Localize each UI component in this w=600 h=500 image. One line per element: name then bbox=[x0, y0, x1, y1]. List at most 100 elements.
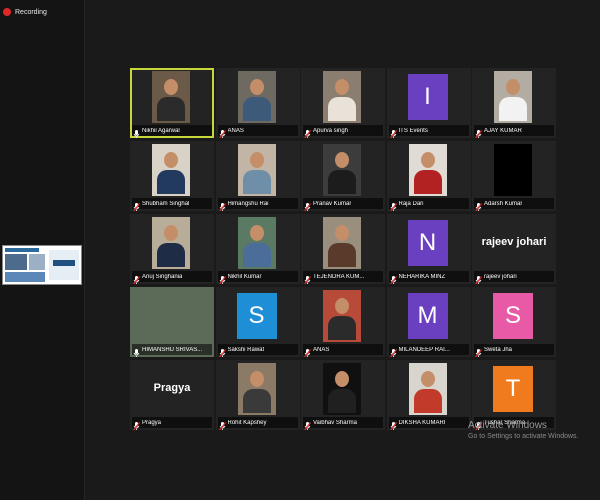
participant-name-bar: Anuj Singhania bbox=[132, 271, 212, 284]
participant-tile[interactable]: Pranav Kumar bbox=[301, 141, 385, 211]
participant-video bbox=[323, 217, 361, 269]
participant-video bbox=[152, 144, 190, 196]
participant-avatar: I bbox=[407, 74, 448, 120]
participant-video bbox=[408, 144, 447, 196]
participant-name: Shubham Singhal bbox=[142, 200, 190, 207]
participant-name: Rohit Kapshey bbox=[227, 419, 267, 426]
participant-tile[interactable]: Rohit Kapshey bbox=[215, 360, 300, 430]
participant-video bbox=[237, 217, 276, 269]
participant-tile[interactable]: ANAS bbox=[215, 68, 300, 138]
mic-muted-icon bbox=[218, 345, 226, 357]
recording-indicator[interactable]: Recording bbox=[3, 8, 47, 16]
participant-name-bar: HIMANSHU SRIVAS... bbox=[132, 344, 212, 357]
participant-tile[interactable]: N NEHARIKA MINZ bbox=[386, 214, 471, 284]
participant-name: Adarsh Kumar bbox=[484, 200, 523, 207]
participant-tile[interactable]: Vaibhav Sharma bbox=[301, 360, 385, 430]
participant-name-bar: Sweta Jha bbox=[474, 344, 554, 357]
participant-name: NEHARIKA MINZ bbox=[398, 273, 446, 280]
participant-tile[interactable]: S Sweta Jha bbox=[472, 287, 556, 357]
participant-avatar: M bbox=[407, 293, 448, 339]
activate-title: Activate Windows bbox=[468, 420, 547, 431]
participant-avatar: N bbox=[407, 220, 448, 266]
participant-name: MILANDEEP RAI... bbox=[398, 346, 450, 353]
participant-name-bar: rajeev johari bbox=[474, 271, 554, 284]
mic-icon bbox=[133, 126, 140, 138]
participant-name: ANAS bbox=[313, 346, 330, 353]
participant-tile[interactable]: Anuj Singhania bbox=[130, 214, 214, 284]
participant-tile[interactable]: Apurva singh bbox=[301, 68, 385, 138]
participant-video bbox=[237, 144, 276, 196]
participant-name-bar: Apurva singh bbox=[303, 125, 383, 138]
participant-tile[interactable]: AJAY KUMAR bbox=[472, 68, 556, 138]
participant-tile[interactable]: DIKSHA KUMARI bbox=[386, 360, 471, 430]
screen-share-thumbnail[interactable] bbox=[2, 245, 82, 285]
participant-name-bar: Sakshi Rawat bbox=[217, 344, 298, 357]
participant-avatar: S bbox=[236, 293, 277, 339]
participant-tile[interactable]: Shubham Singhal bbox=[130, 141, 214, 211]
participant-tile[interactable]: Pragya Pragya bbox=[130, 360, 214, 430]
participant-name-bar: Nikhil Agarwal bbox=[132, 125, 212, 138]
participant-name: DIKSHA KUMARI bbox=[398, 419, 446, 426]
participant-video bbox=[152, 71, 190, 123]
mic-muted-icon bbox=[133, 272, 140, 284]
participant-name-bar: Vaibhav Sharma bbox=[303, 417, 383, 430]
participant-tile[interactable]: I ITS Events bbox=[386, 68, 471, 138]
participant-tile[interactable]: Adarsh Kumar bbox=[472, 141, 556, 211]
left-panel: Recording bbox=[0, 0, 85, 500]
participant-video bbox=[237, 71, 276, 123]
participant-avatar: S bbox=[493, 293, 533, 339]
mic-muted-icon bbox=[304, 199, 311, 211]
participant-tile[interactable]: Nikhil Kumar bbox=[215, 214, 300, 284]
participant-tile[interactable]: S Sakshi Rawat bbox=[215, 287, 300, 357]
participant-name-bar: Adarsh Kumar bbox=[474, 198, 554, 211]
mic-muted-icon bbox=[218, 418, 226, 430]
participant-name: AJAY KUMAR bbox=[484, 127, 522, 134]
participant-name-bar: NEHARIKA MINZ bbox=[388, 271, 469, 284]
mic-muted-icon bbox=[218, 199, 226, 211]
recording-icon bbox=[3, 8, 11, 16]
participant-tile[interactable]: Himangshu Rai bbox=[215, 141, 300, 211]
mic-muted-icon bbox=[133, 199, 140, 211]
participant-video bbox=[494, 71, 532, 123]
participant-avatar: T bbox=[493, 366, 533, 412]
participant-name: ITS Events bbox=[398, 127, 428, 134]
participant-name: TEJENDRA KUM... bbox=[313, 273, 365, 280]
participant-name: Nikhil Kumar bbox=[227, 273, 262, 280]
participant-name: Raja Dari bbox=[398, 200, 424, 207]
participant-name-bar: DIKSHA KUMARI bbox=[388, 417, 469, 430]
participant-tile[interactable]: ANAS bbox=[301, 287, 385, 357]
mic-muted-icon bbox=[475, 126, 482, 138]
mic-muted-icon bbox=[389, 272, 397, 284]
mic-muted-icon bbox=[304, 418, 311, 430]
participant-name: Pranav Kumar bbox=[313, 200, 352, 207]
participant-tile[interactable]: Nikhil Agarwal bbox=[130, 68, 214, 138]
participant-name-bar: ANAS bbox=[217, 125, 298, 138]
participant-name-bar: Pragya bbox=[132, 417, 212, 430]
participant-tile[interactable]: HIMANSHU SRIVAS... bbox=[130, 287, 214, 357]
mic-muted-icon bbox=[475, 272, 482, 284]
participant-name: rajeev johari bbox=[484, 273, 517, 280]
participant-tile[interactable]: Raja Dari bbox=[386, 141, 471, 211]
participant-video bbox=[323, 363, 361, 415]
participant-display-name: Pragya bbox=[153, 382, 191, 394]
mic-muted-icon bbox=[304, 345, 311, 357]
participant-tile[interactable]: TEJENDRA KUM... bbox=[301, 214, 385, 284]
mic-muted-icon bbox=[389, 199, 397, 211]
participant-name: Sweta Jha bbox=[484, 346, 513, 353]
participant-video-off bbox=[494, 144, 532, 196]
participant-video bbox=[152, 217, 190, 269]
mic-muted-icon bbox=[133, 418, 140, 430]
participant-name: Vaibhav Sharma bbox=[313, 419, 357, 426]
participant-name-bar: AJAY KUMAR bbox=[474, 125, 554, 138]
participant-name-bar: Pranav Kumar bbox=[303, 198, 383, 211]
participant-name: ANAS bbox=[227, 127, 244, 134]
participant-tile[interactable]: M MILANDEEP RAI... bbox=[386, 287, 471, 357]
participant-name: Anuj Singhania bbox=[142, 273, 183, 280]
mic-muted-icon bbox=[304, 272, 311, 284]
mic-icon bbox=[133, 345, 140, 357]
participant-name: Pragya bbox=[142, 419, 162, 426]
participant-tile[interactable]: rajeev johari rajeev johari bbox=[472, 214, 556, 284]
participant-name: Sakshi Rawat bbox=[227, 346, 265, 353]
mic-muted-icon bbox=[389, 418, 397, 430]
participant-name: Apurva singh bbox=[313, 127, 349, 134]
